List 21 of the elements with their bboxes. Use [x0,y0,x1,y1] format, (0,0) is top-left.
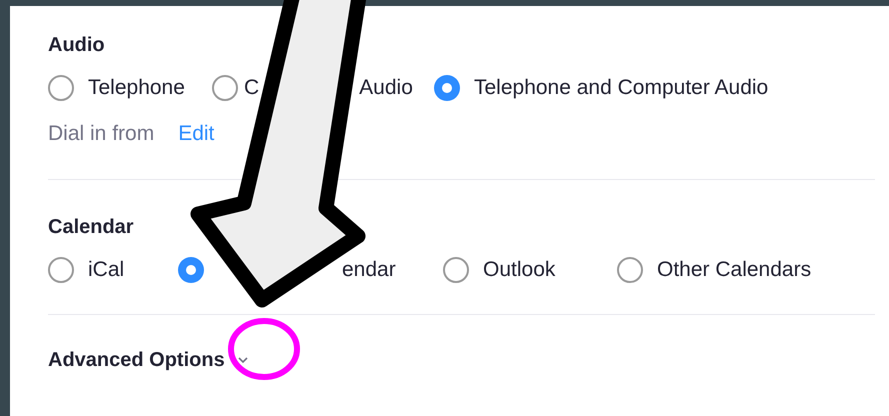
dial-in-label: Dial in from [48,120,154,146]
option-label: Other Calendars [657,257,812,283]
option-label: endar [342,257,396,283]
radio-button[interactable] [212,74,238,101]
radio-button[interactable] [443,256,469,283]
option-label: C [244,75,260,101]
radio-button[interactable] [434,74,460,101]
option-label: Outlook [483,257,556,283]
advanced-options-toggle[interactable]: Advanced Options [48,344,249,374]
radio-button[interactable] [617,256,643,283]
radio-button[interactable] [178,256,204,283]
option-label: Telephone [88,75,185,101]
radio-button[interactable] [48,74,74,101]
highlight-circle [228,318,300,380]
section-title: Calendar [48,215,135,238]
option-label: Audio [359,75,413,101]
radio-button[interactable] [48,256,74,283]
section-title: Audio [48,33,106,56]
option-label: iCal [88,257,124,283]
chevron-icon [236,356,249,364]
option-label: Telephone and Computer Audio [474,75,768,101]
